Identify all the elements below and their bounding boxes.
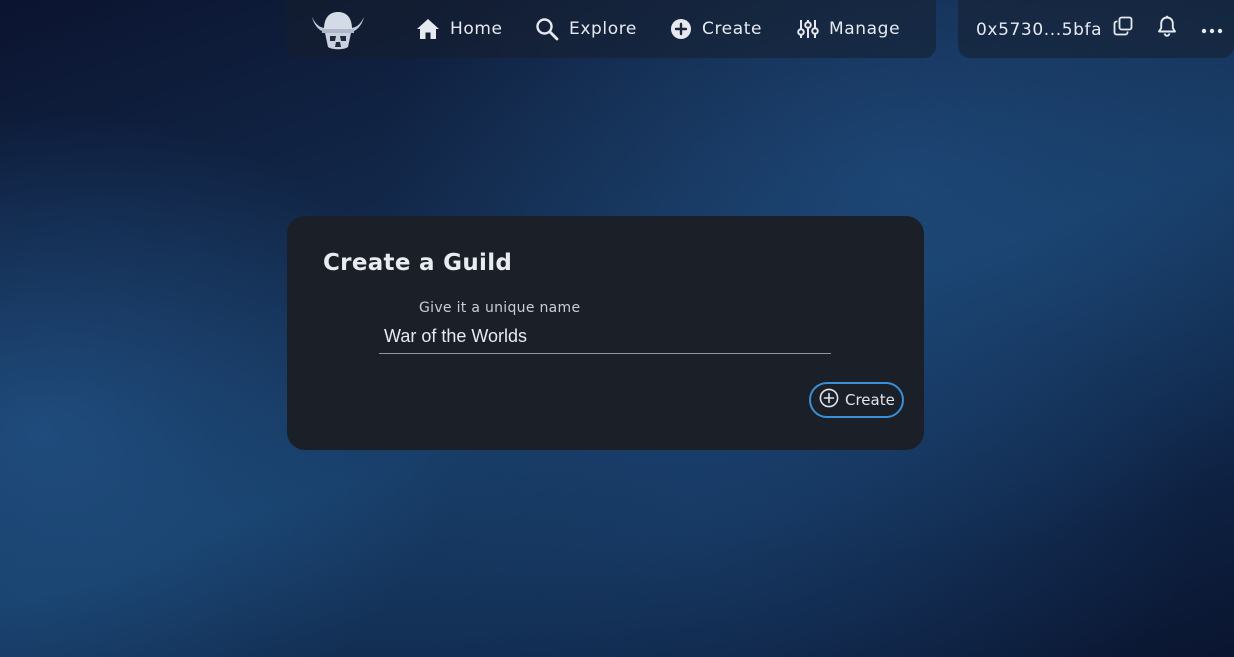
viking-helmet-logo-icon[interactable] — [310, 9, 366, 51]
page-title: Create a Guild — [323, 250, 513, 276]
search-icon — [535, 17, 559, 41]
guild-name-label: Give it a unique name — [419, 300, 581, 316]
home-icon — [416, 18, 440, 40]
bell-icon — [1156, 15, 1178, 41]
nav-item-label: Explore — [569, 19, 637, 39]
plus-circle-icon — [670, 18, 692, 40]
sliders-icon — [797, 18, 819, 40]
nav-item-explore[interactable]: Explore — [535, 0, 637, 58]
wallet-panel: 0x5730...5bfa — [958, 0, 1234, 58]
more-options-button[interactable] — [1198, 14, 1226, 42]
nav-item-label: Home — [450, 19, 503, 39]
nav-item-label: Create — [702, 19, 763, 39]
copy-icon — [1113, 16, 1133, 40]
create-button-label: Create — [845, 391, 895, 409]
more-horizontal-icon — [1201, 19, 1223, 38]
wallet-address[interactable]: 0x5730...5bfa — [976, 0, 1102, 60]
notifications-button[interactable] — [1153, 14, 1181, 42]
copy-address-button[interactable] — [1109, 14, 1137, 42]
nav-item-label: Manage — [829, 19, 901, 39]
plus-circle-outline-icon — [819, 388, 839, 412]
create-guild-card: Create a Guild Give it a unique name Cre… — [287, 216, 924, 450]
guild-name-input[interactable] — [379, 320, 831, 354]
nav-item-manage[interactable]: Manage — [797, 0, 900, 58]
nav-item-create[interactable]: Create — [670, 0, 762, 58]
nav-item-home[interactable]: Home — [416, 0, 503, 58]
create-guild-button[interactable]: Create — [809, 382, 904, 418]
top-nav: Home Explore Create Manage — [286, 0, 936, 58]
